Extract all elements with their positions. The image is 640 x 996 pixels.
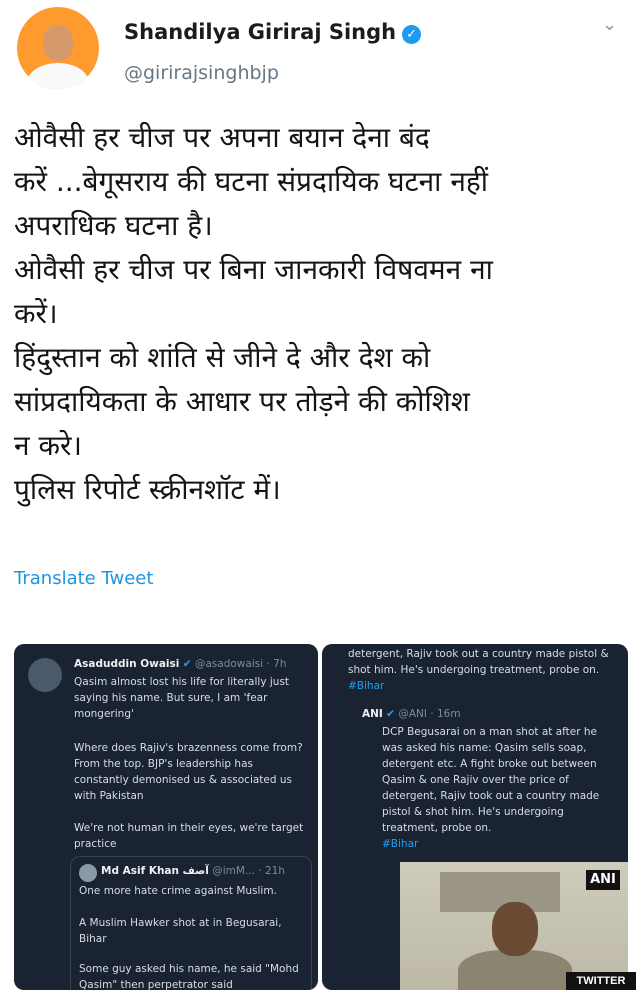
owaisi-header: Asaduddin Owaisi ✔ @asadowaisi · 7h bbox=[74, 656, 308, 672]
tweet-line: ओवैसी हर चीज पर बिना जानकारी विषवमन ना bbox=[14, 253, 493, 286]
tweet-line: ओवैसी हर चीज पर अपना बयान देना बंद bbox=[14, 121, 430, 154]
photo-person-body bbox=[458, 950, 572, 990]
quoted-line-2: A Muslim Hawker shot at in Begusarai, Bi… bbox=[79, 917, 282, 945]
tweet-line: अपराधिक घटना है। bbox=[14, 209, 213, 242]
ani-name: ANI bbox=[362, 708, 383, 720]
author-name[interactable]: Shandilya Giriraj Singh ✓ bbox=[124, 20, 422, 44]
owaisi-body-1: Qasim almost lost his life for literally… bbox=[74, 676, 290, 720]
ani-top-body: detergent, Rajiv took out a country made… bbox=[348, 648, 609, 676]
tweet-header: Shandilya Giriraj Singh ✓ @girirajsinghbj… bbox=[0, 0, 640, 110]
owaisi-body-2: Where does Rajiv's brazenness come from?… bbox=[74, 742, 303, 802]
dcp-photo[interactable]: ANI bbox=[400, 862, 628, 990]
translate-tweet-link[interactable]: Translate Tweet bbox=[14, 568, 153, 589]
tweet-line: करें। bbox=[14, 297, 58, 330]
quoted-line-3: Some guy asked his name, he said "Mohd Q… bbox=[79, 963, 299, 990]
quoted-line-1: One more hate crime against Muslim. bbox=[79, 885, 277, 897]
twitter-watermark: TWITTER bbox=[566, 972, 636, 990]
verified-check-icon: ✔ bbox=[182, 658, 192, 670]
tweet-line: करें ...बेगूसराय की घटना संप्रदायिक घटना… bbox=[14, 165, 488, 198]
chevron-down-icon[interactable]: ⌄ bbox=[602, 14, 617, 35]
tweet-media[interactable]: Asaduddin Owaisi ✔ @asadowaisi · 7h Qasi… bbox=[14, 644, 628, 990]
tweet-text: ओवैसी हर चीज पर अपना बयान देना बंद करें … bbox=[14, 116, 626, 512]
avatar-shirt bbox=[27, 63, 89, 89]
ani-top-hashtag: #Bihar bbox=[348, 680, 385, 692]
ani-meta: @ANI · 16m bbox=[398, 708, 461, 720]
ani-body: DCP Begusarai on a man shot at after he … bbox=[382, 726, 600, 834]
verified-check-icon: ✓ bbox=[402, 25, 422, 44]
ani-top-text: detergent, Rajiv took out a country made… bbox=[348, 646, 618, 694]
ani-hashtag: #Bihar bbox=[382, 838, 419, 850]
quoted-name: Md Asif Khan آصف bbox=[101, 865, 209, 877]
tweet-line: सांप्रदायिकता के आधार पर तोड़ने की कोशिश bbox=[14, 385, 470, 418]
ani-screenshot[interactable]: detergent, Rajiv took out a country made… bbox=[322, 644, 628, 990]
photo-person-head bbox=[492, 902, 538, 956]
tweet-line: हिंदुस्तान को शांति से जीने दे और देश को bbox=[14, 341, 431, 374]
author-name-text: Shandilya Giriraj Singh bbox=[124, 20, 397, 44]
owaisi-screenshot[interactable]: Asaduddin Owaisi ✔ @asadowaisi · 7h Qasi… bbox=[14, 644, 318, 990]
quoted-meta: @imM... · 21h bbox=[212, 865, 285, 877]
quoted-avatar bbox=[79, 864, 97, 882]
author-avatar[interactable] bbox=[17, 7, 99, 89]
quoted-tweet[interactable]: Md Asif Khan آصف @imM... · 21h One more … bbox=[70, 856, 312, 990]
owaisi-body-3: We're not human in their eyes, we're tar… bbox=[74, 822, 304, 850]
quoted-header: Md Asif Khan آصف @imM... · 21h bbox=[101, 863, 307, 879]
owaisi-avatar bbox=[28, 658, 62, 692]
verified-check-icon: ✔ bbox=[386, 708, 395, 720]
owaisi-meta: @asadowaisi · 7h bbox=[194, 658, 287, 670]
ani-header: ANI ✔ @ANI · 16m bbox=[362, 706, 622, 722]
author-handle[interactable]: @girirajsinghbjp bbox=[124, 62, 279, 84]
ani-logo-badge: ANI bbox=[586, 870, 620, 890]
tweet-line: पुलिस रिपोर्ट स्क्रीनशॉट में। bbox=[14, 473, 281, 506]
avatar-face bbox=[43, 25, 73, 61]
tweet-line: न करे। bbox=[14, 429, 83, 462]
owaisi-name: Asaduddin Owaisi bbox=[74, 658, 180, 670]
